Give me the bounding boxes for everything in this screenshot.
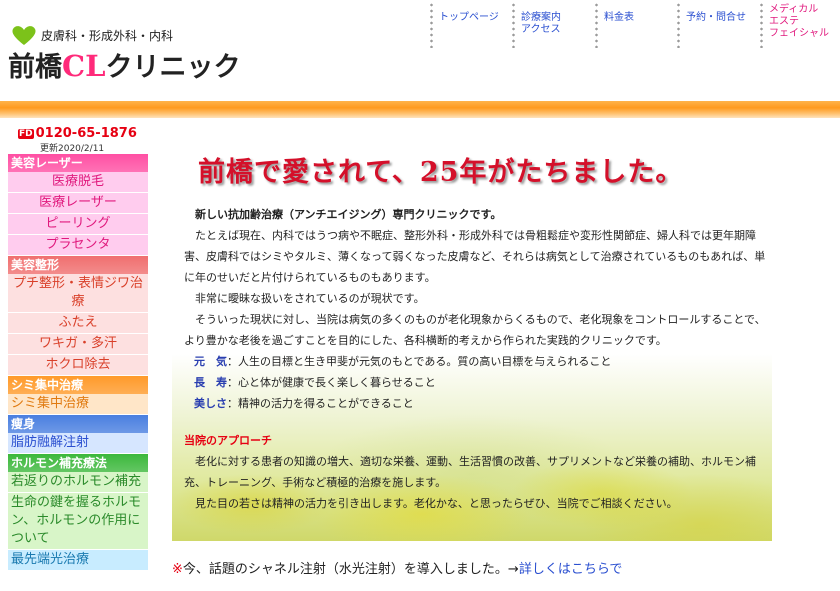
nav-price-list[interactable]: 料金表 (595, 0, 675, 50)
keyword-longevity: 長 寿：心と体が健康で長く楽しく暮らせること (172, 372, 772, 393)
updated-date: 更新2020/2/11 (40, 144, 105, 154)
page-headline: 前橋で愛されて、25年がたちました。 (198, 157, 684, 188)
sidebar-category: 痩身 (8, 415, 148, 433)
sidebar-item[interactable]: ピーリング (8, 214, 148, 235)
keyword-term: 元 気 (194, 355, 227, 368)
paragraph: そういった現状に対し、当院は病気の多くのものが老化現象からくるもので、老化現象を… (184, 313, 766, 347)
nav-top-page[interactable]: トップページ (430, 0, 510, 50)
keyword-genki: 元 気：人生の目標と生き甲斐が元気のもとである。質の高い目標を与えられること (172, 351, 772, 372)
sidebar-item[interactable]: 医療脱毛 (8, 172, 148, 193)
lead-text: 新しい抗加齢治療（アンチエイジング）専門クリニックです。 (195, 208, 502, 221)
clinic-logo-title[interactable]: 前橋CLクリニック (8, 45, 240, 84)
logo-title-cl: CL (62, 49, 106, 83)
notice-mark: ※ (172, 562, 183, 577)
logo-title-prefix: 前橋 (8, 52, 62, 83)
phone-number[interactable]: FD 0120-65-1876 (18, 126, 137, 141)
nav-label: トップページ (439, 12, 499, 23)
nav-divider (512, 2, 515, 48)
approach-paragraph: 老化に対する患者の知識の増大、適切な栄養、運動、生活習慣の改善、サプリメントなど… (184, 455, 756, 489)
sidebar-item[interactable]: 医療レーザー (8, 193, 148, 214)
notice-line: ※今、話題のシャネル注射（水光注射）を導入しました。→詳しくはこちらで (172, 558, 622, 577)
paragraph: 非常に曖昧な扱いをされているのが現状です。 (195, 292, 425, 305)
sidebar-item[interactable]: ふたえ (8, 313, 148, 334)
keyword-desc: ：精神の活力を得ることができること (227, 397, 414, 410)
sidebar-menu: 美容レーザー 医療脱毛 医療レーザー ピーリング プラセンタ 美容整形 プチ整形・表情ジワ治… (8, 154, 148, 571)
keyword-term: 美しさ (194, 397, 227, 410)
approach-paragraph: 見た目の若さは精神の活力を引き出します。老化かな、と思ったらぜひ、当院でご相談く… (195, 497, 678, 510)
sidebar-category: シミ集中治療 (8, 376, 148, 394)
nav-divider (430, 2, 433, 48)
nav-clinic-info[interactable]: 診療案内 アクセス (512, 0, 592, 50)
header-divider-bar (0, 101, 840, 118)
sidebar-item[interactable]: プチ整形・表情ジワ治療 (8, 274, 148, 313)
nav-label: 予約・問合せ (686, 12, 746, 23)
sidebar-item[interactable]: ワキガ・多汗 (8, 334, 148, 355)
keyword-beauty: 美しさ：精神の活力を得ることができること (172, 393, 772, 414)
nav-reservation[interactable]: 予約・問合せ (677, 0, 757, 50)
main-content: 新しい抗加齢治療（アンチエイジング）専門クリニックです。 たとえば現在、内科では… (172, 204, 772, 541)
nav-label: 診療案内 アクセス (521, 12, 561, 35)
sidebar-item[interactable]: 最先端光治療 (8, 550, 148, 571)
paragraph: たとえば現在、内科ではうつ病や不眠症、整形外科・形成外科では骨粗鬆症や変形性関節… (184, 229, 766, 284)
site-header: 皮膚科・形成外科・内科 前橋CLクリニック トップページ 診療案内 アクセス 料… (0, 0, 840, 100)
sidebar-item[interactable]: 若返りのホルモン補充 (8, 472, 148, 493)
sidebar-item[interactable]: プラセンタ (8, 235, 148, 256)
keyword-term: 長 寿 (194, 376, 227, 389)
details-link[interactable]: 詳しくはこちらで (519, 562, 623, 577)
nav-label: メディカル エステ フェイシャル (769, 4, 829, 39)
sidebar-category: 美容整形 (8, 256, 148, 274)
approach-heading: 当院のアプローチ (184, 434, 272, 447)
sidebar-item[interactable]: 生命の鍵を握るホルモン、ホルモンの作用について (8, 493, 148, 550)
heart-logo-icon (12, 26, 36, 45)
nav-medical-esthetic[interactable]: メディカル エステ フェイシャル (760, 0, 840, 50)
sidebar-category: ホルモン補充療法 (8, 454, 148, 472)
sidebar-item[interactable]: ホクロ除去 (8, 355, 148, 376)
notice-text: 今、話題のシャネル注射（水光注射）を導入しました。→ (182, 562, 519, 577)
intro-text: 新しい抗加齢治療（アンチエイジング）専門クリニックです。 たとえば現在、内科では… (172, 204, 772, 514)
clinic-specialties: 皮膚科・形成外科・内科 (41, 29, 174, 43)
sidebar-item[interactable]: シミ集中治療 (8, 394, 148, 415)
phone-text: 0120-65-1876 (35, 126, 137, 141)
keyword-desc: ：人生の目標と生き甲斐が元気のもとである。質の高い目標を与えられること (227, 355, 612, 368)
nav-divider (595, 2, 598, 48)
freedial-icon: FD (18, 129, 34, 139)
nav-label: 料金表 (604, 12, 634, 23)
nav-divider (677, 2, 680, 48)
nav-divider (760, 2, 763, 48)
sidebar-category: 美容レーザー (8, 154, 148, 172)
logo-title-suffix: クリニック (105, 52, 241, 83)
sidebar-item[interactable]: 脂肪融解注射 (8, 433, 148, 454)
keyword-desc: ：心と体が健康で長く楽しく暮らせること (227, 376, 436, 389)
